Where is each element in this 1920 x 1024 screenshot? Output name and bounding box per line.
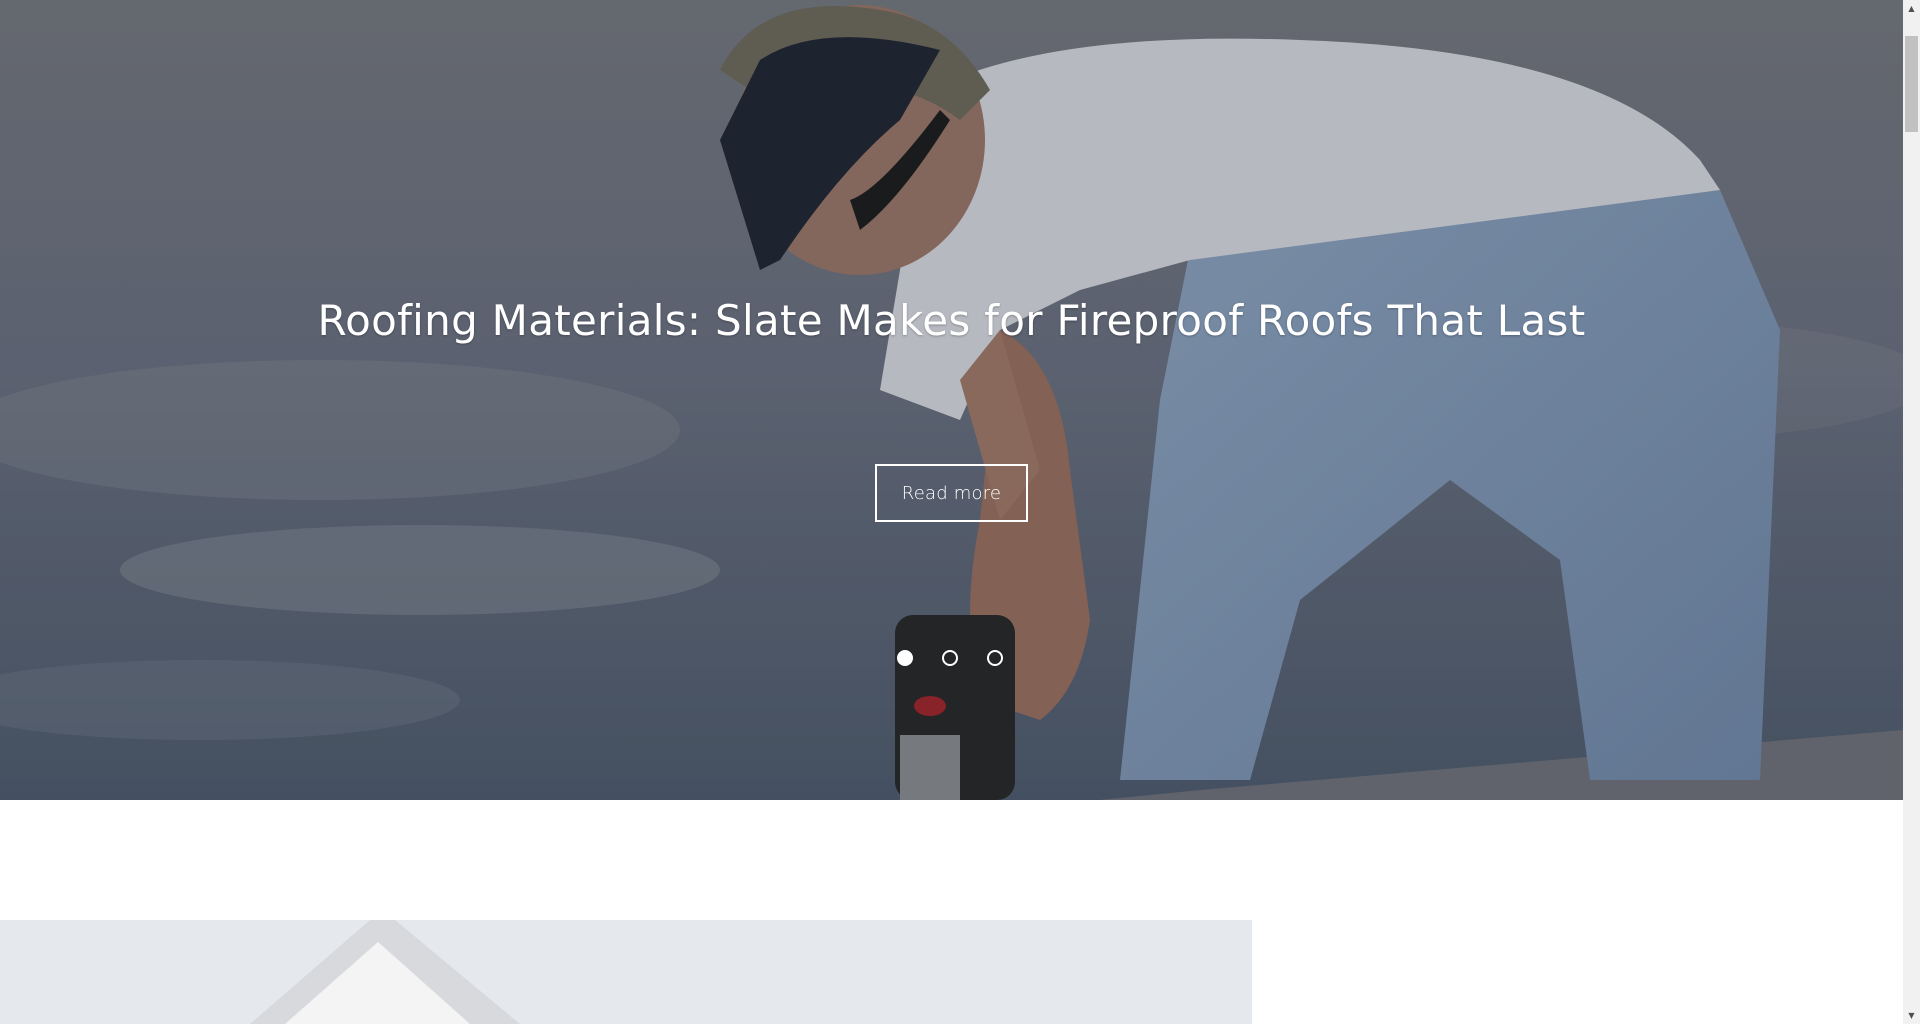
slide-dot-2[interactable] — [942, 650, 958, 666]
hero-slider: Roofing Materials: Slate Makes for Firep… — [0, 0, 1903, 800]
house-roof-illustration — [250, 920, 520, 1024]
scroll-thumb[interactable] — [1905, 36, 1918, 132]
scroll-down-icon[interactable]: ▼ — [1903, 1007, 1920, 1024]
slide-dot-3[interactable] — [987, 650, 1003, 666]
next-section-image — [0, 920, 1252, 1024]
hero-dark-overlay — [0, 0, 1903, 800]
slide-dot-1[interactable] — [897, 650, 913, 666]
page-scrollbar[interactable]: ▲ ▼ — [1903, 0, 1920, 1024]
slider-pagination — [897, 650, 1003, 670]
slide-title: Roofing Materials: Slate Makes for Firep… — [317, 296, 1586, 345]
read-more-button[interactable]: Read more — [875, 464, 1028, 522]
scroll-up-icon[interactable]: ▲ — [1903, 0, 1920, 17]
